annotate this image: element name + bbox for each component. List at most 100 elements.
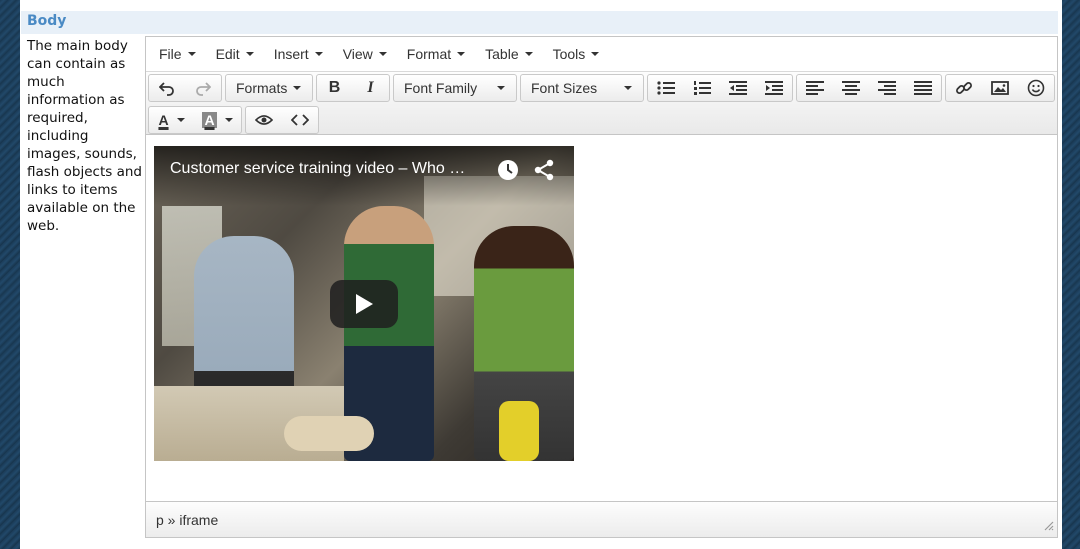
video-title[interactable]: Customer service training video – Who … — [170, 160, 480, 178]
numbered-list-button[interactable] — [684, 75, 720, 101]
field-description: The main body can contain as much inform… — [27, 38, 142, 234]
undo-icon — [158, 82, 174, 96]
align-left-button[interactable] — [797, 75, 833, 101]
toolbar-row-1: Formats B I Font Family Font Sizes — [148, 74, 1055, 102]
left-frame — [0, 0, 20, 549]
font-family-group: Font Family — [393, 74, 517, 102]
justify-button[interactable] — [905, 75, 941, 101]
chevron-down-icon — [524, 52, 533, 56]
indent-icon — [764, 81, 783, 95]
clock-icon[interactable] — [497, 159, 519, 186]
chevron-down-icon — [591, 52, 600, 56]
emoticon-icon — [1027, 79, 1044, 97]
menubar: File Edit Insert View Format Table Tools — [146, 37, 1057, 72]
align-right-icon — [877, 81, 896, 95]
text-color-icon: A — [158, 112, 169, 128]
image-button[interactable] — [982, 75, 1018, 101]
font-sizes-label: Font Sizes — [531, 80, 598, 96]
statusbar: p » iframe — [146, 501, 1057, 537]
align-group — [796, 74, 942, 102]
image-icon — [990, 81, 1009, 95]
outdent-button[interactable] — [720, 75, 756, 101]
link-icon — [955, 82, 972, 94]
menu-file[interactable]: File — [149, 37, 206, 72]
background-color-icon: A — [202, 112, 217, 128]
redo-icon — [195, 82, 211, 96]
align-center-button[interactable] — [833, 75, 869, 101]
source-code-button[interactable] — [282, 107, 318, 133]
formats-dropdown[interactable]: Formats — [226, 75, 312, 101]
preview-button[interactable] — [246, 107, 282, 133]
color-group: A A — [148, 106, 242, 134]
video-scene — [499, 401, 539, 461]
justify-icon — [913, 81, 932, 95]
indent-button[interactable] — [756, 75, 792, 101]
menu-table[interactable]: Table — [475, 37, 542, 72]
right-frame — [1062, 0, 1080, 549]
menu-edit-label: Edit — [215, 46, 240, 62]
chevron-down-icon — [624, 86, 632, 90]
menu-insert-label: Insert — [273, 46, 309, 62]
italic-button[interactable]: I — [353, 75, 389, 101]
emoticon-button[interactable] — [1018, 75, 1054, 101]
resize-handle-icon[interactable] — [1044, 518, 1054, 534]
formats-group: Formats — [225, 74, 313, 102]
font-family-label: Font Family — [404, 80, 478, 96]
menu-insert[interactable]: Insert — [264, 37, 333, 72]
menu-view[interactable]: View — [333, 37, 397, 72]
element-path[interactable]: p » iframe — [156, 512, 218, 528]
menu-format-label: Format — [406, 46, 452, 62]
editor-content[interactable]: Customer service training video – Who … — [146, 136, 1057, 501]
align-right-button[interactable] — [869, 75, 905, 101]
menu-edit[interactable]: Edit — [206, 37, 264, 72]
video-scene — [284, 416, 374, 451]
font-sizes-dropdown[interactable]: Font Sizes — [521, 75, 643, 101]
text-color-button[interactable]: A — [149, 107, 195, 133]
undo-button[interactable] — [149, 75, 185, 101]
chevron-down-icon — [497, 86, 505, 90]
form-panel: Body The main body can contain as much i… — [20, 0, 1062, 549]
align-center-icon — [841, 81, 860, 95]
bold-button[interactable]: B — [317, 75, 353, 101]
bullet-list-button[interactable] — [648, 75, 684, 101]
menu-tools-label: Tools — [552, 46, 586, 62]
chevron-down-icon — [457, 52, 466, 56]
chevron-down-icon — [314, 52, 323, 56]
chevron-down-icon — [378, 52, 387, 56]
chevron-down-icon — [245, 52, 254, 56]
link-button[interactable] — [946, 75, 982, 101]
background-color-button[interactable]: A — [195, 107, 241, 133]
chevron-down-icon — [224, 118, 233, 122]
view-group — [245, 106, 319, 134]
list-group — [647, 74, 793, 102]
section-header: Body — [21, 11, 1058, 34]
style-group: B I — [316, 74, 390, 102]
rich-text-editor: File Edit Insert View Format Table Tools — [145, 36, 1058, 538]
align-left-icon — [805, 81, 824, 95]
toolbar: Formats B I Font Family Font Sizes A A — [146, 72, 1057, 135]
bullet-list-icon — [656, 81, 675, 95]
font-family-dropdown[interactable]: Font Family — [394, 75, 516, 101]
share-icon[interactable] — [533, 159, 555, 186]
menu-file-label: File — [159, 46, 182, 62]
preview-icon — [254, 115, 273, 125]
chevron-down-icon — [293, 86, 301, 90]
chevron-down-icon — [176, 118, 185, 122]
redo-button[interactable] — [185, 75, 221, 101]
formats-label: Formats — [236, 80, 288, 96]
code-icon — [290, 114, 309, 126]
chevron-down-icon — [187, 52, 196, 56]
toolbar-row-2: A A — [148, 106, 319, 134]
menu-table-label: Table — [485, 46, 519, 62]
play-button[interactable] — [330, 280, 398, 328]
outdent-icon — [728, 81, 747, 95]
menu-tools[interactable]: Tools — [543, 37, 610, 72]
embedded-video[interactable]: Customer service training video – Who … — [154, 146, 574, 461]
menu-format[interactable]: Format — [397, 37, 475, 72]
insert-group — [945, 74, 1055, 102]
menu-view-label: View — [342, 46, 373, 62]
play-icon — [356, 294, 373, 314]
font-sizes-group: Font Sizes — [520, 74, 644, 102]
history-group — [148, 74, 222, 102]
numbered-list-icon — [693, 81, 711, 95]
